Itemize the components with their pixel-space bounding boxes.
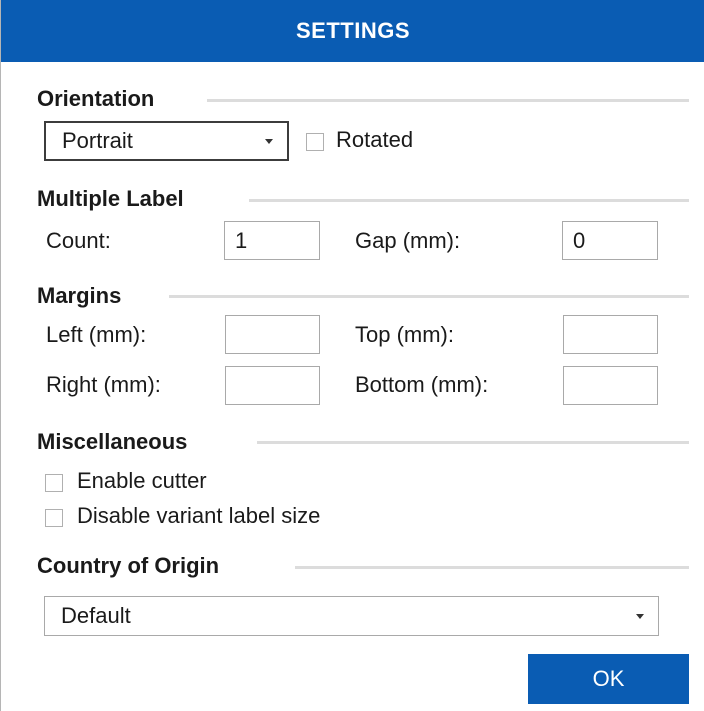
right-margin-input[interactable]	[225, 366, 320, 405]
settings-dialog: SETTINGS Orientation Portrait Rotated Mu…	[0, 0, 704, 711]
count-label: Count:	[46, 228, 111, 253]
dialog-title: SETTINGS	[1, 0, 704, 62]
gap-label: Gap (mm):	[355, 228, 461, 253]
bottom-margin-label: Bottom (mm):	[355, 372, 489, 397]
disable-variant-label: Disable variant label size	[77, 503, 321, 528]
country-select[interactable]: Default	[44, 596, 659, 636]
misc-heading: Miscellaneous	[37, 429, 188, 454]
country-heading: Country of Origin	[37, 553, 220, 578]
top-margin-label: Top (mm):	[355, 322, 454, 347]
enable-cutter-label: Enable cutter	[77, 468, 207, 493]
margins-divider	[169, 295, 689, 298]
chevron-down-icon	[265, 139, 273, 144]
gap-input[interactable]	[562, 221, 658, 260]
left-margin-input[interactable]	[225, 315, 320, 354]
multiple-label-heading: Multiple Label	[37, 186, 184, 211]
chevron-down-icon	[636, 614, 644, 619]
ok-button[interactable]: OK	[528, 654, 689, 704]
rotated-checkbox[interactable]	[306, 133, 324, 151]
misc-divider	[257, 441, 689, 444]
right-margin-label: Right (mm):	[46, 372, 161, 397]
disable-variant-checkbox[interactable]	[45, 509, 63, 527]
orientation-heading: Orientation	[37, 86, 155, 111]
enable-cutter-checkbox[interactable]	[45, 474, 63, 492]
bottom-margin-input[interactable]	[563, 366, 658, 405]
country-divider	[295, 566, 689, 569]
multiple-label-divider	[249, 199, 689, 202]
orientation-select[interactable]: Portrait	[44, 121, 289, 161]
margins-heading: Margins	[37, 283, 122, 308]
country-select-value: Default	[61, 603, 131, 628]
count-input[interactable]	[224, 221, 320, 260]
left-margin-label: Left (mm):	[46, 322, 147, 347]
orientation-divider	[207, 99, 689, 102]
orientation-select-value: Portrait	[62, 128, 133, 153]
rotated-label: Rotated	[336, 127, 414, 152]
top-margin-input[interactable]	[563, 315, 658, 354]
